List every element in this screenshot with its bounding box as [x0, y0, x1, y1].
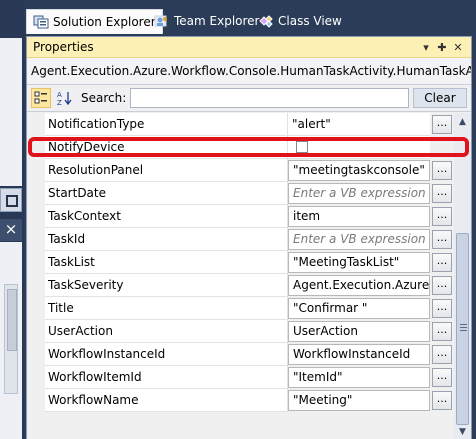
property-grid: NotificationType "alert" ... NotifyDevic… — [27, 113, 454, 439]
scroll-down-icon[interactable]: ▼ — [454, 423, 471, 439]
notify-device-checkbox[interactable] — [296, 141, 308, 153]
tab-class-view[interactable]: Class View — [252, 10, 348, 32]
tab-team-explorer[interactable]: Team Explorer — [148, 10, 266, 32]
property-row-workflowname[interactable]: WorkflowName "Meeting" ... — [27, 389, 454, 412]
property-name: TaskId — [45, 228, 288, 251]
tab-label: Team Explorer — [174, 14, 260, 28]
dropdown-icon[interactable]: ▾ — [419, 41, 433, 54]
property-row-tasklist[interactable]: TaskList "MeetingTaskList" ... — [27, 251, 454, 274]
property-name: NotificationType — [45, 113, 288, 136]
property-value[interactable]: Agent.Execution.Azure.W — [288, 275, 430, 296]
ellipsis-button[interactable]: ... — [432, 115, 452, 134]
ellipsis-button[interactable]: ... — [432, 161, 452, 180]
property-name: TaskSeverity — [45, 274, 288, 297]
property-row-startdate[interactable]: StartDate Enter a VB expression ... — [27, 182, 454, 205]
ellipsis-button[interactable]: ... — [432, 322, 452, 341]
clear-button[interactable]: Clear — [413, 88, 467, 108]
search-input[interactable] — [130, 88, 409, 108]
property-value[interactable]: "ItemId" — [288, 367, 430, 388]
ellipsis-button[interactable]: ... — [432, 253, 452, 272]
property-name: StartDate — [45, 182, 288, 205]
sort-alpha-icon: AZ — [57, 91, 72, 106]
property-value[interactable]: Enter a VB expression — [288, 229, 430, 250]
property-row-title[interactable]: Title "Confirmar " ... — [27, 297, 454, 320]
property-name: TaskContext — [45, 205, 288, 228]
property-value[interactable]: "meetingtaskconsole" — [288, 160, 430, 181]
property-row-notifydevice[interactable]: NotifyDevice — [27, 136, 454, 159]
close-icon[interactable]: ✕ — [451, 41, 465, 54]
property-value[interactable]: "MeetingTaskList" — [288, 252, 430, 273]
search-label: Search: — [81, 91, 127, 105]
categorized-view-button[interactable] — [31, 88, 51, 108]
tool-window-tabbar: Solution Explorer Team Explorer Class Vi… — [24, 0, 476, 34]
scrollbar-thumb[interactable] — [456, 233, 469, 425]
property-row-resolutionpanel[interactable]: ResolutionPanel "meetingtaskconsole" ... — [27, 159, 454, 182]
properties-title: Properties — [33, 40, 94, 54]
pin-icon[interactable]: ✚ — [435, 41, 449, 54]
tab-solution-explorer[interactable]: Solution Explorer — [26, 9, 163, 34]
scroll-up-icon[interactable]: ▲ — [454, 113, 471, 130]
property-name: UserAction — [45, 320, 288, 343]
property-value[interactable] — [288, 136, 430, 159]
property-value[interactable]: Enter a VB expression — [288, 183, 430, 204]
property-name: ResolutionPanel — [45, 159, 288, 182]
property-row-workflowitemid[interactable]: WorkflowItemId "ItemId" ... — [27, 366, 454, 389]
property-row-notificationtype[interactable]: NotificationType "alert" ... — [27, 113, 454, 136]
svg-text:Z: Z — [57, 99, 62, 106]
ellipsis-button[interactable]: ... — [432, 276, 452, 295]
property-name: NotifyDevice — [45, 136, 288, 159]
property-row-useraction[interactable]: UserAction UserAction ... — [27, 320, 454, 343]
categorized-icon — [34, 91, 47, 104]
property-value[interactable]: "alert" — [288, 113, 430, 136]
svg-text:A: A — [57, 91, 62, 99]
alphabetical-view-button[interactable]: AZ — [55, 88, 75, 108]
tab-label: Solution Explorer — [53, 15, 156, 29]
property-name: Title — [45, 297, 288, 320]
property-value[interactable]: "Confirmar " — [288, 298, 430, 319]
ellipsis-button[interactable]: ... — [432, 345, 452, 364]
team-explorer-icon — [154, 14, 170, 28]
ellipsis-button[interactable]: ... — [432, 391, 452, 410]
left-panel-close-icon[interactable]: × — [0, 219, 22, 241]
property-value[interactable]: WorkflowInstanceId — [288, 344, 430, 365]
property-value[interactable]: "Meeting" — [288, 390, 430, 411]
property-name: WorkflowItemId — [45, 366, 288, 389]
left-panel-toggle-icon[interactable] — [0, 188, 22, 212]
solution-explorer-icon — [33, 15, 49, 29]
property-row-taskid[interactable]: TaskId Enter a VB expression ... — [27, 228, 454, 251]
properties-window: Properties ▾ ✚ ✕ Agent.Execution.Azure.W… — [26, 36, 472, 439]
ellipsis-button[interactable]: ... — [432, 230, 452, 249]
left-panel-strip: × — [0, 0, 24, 439]
property-value[interactable]: UserAction — [288, 321, 430, 342]
ellipsis-button[interactable]: ... — [432, 184, 452, 203]
properties-title-bar: Properties ▾ ✚ ✕ — [27, 37, 471, 58]
property-row-workflowinstanceid[interactable]: WorkflowInstanceId WorkflowInstanceId ..… — [27, 343, 454, 366]
property-row-taskseverity[interactable]: TaskSeverity Agent.Execution.Azure.W ... — [27, 274, 454, 297]
property-grid-scrollbar[interactable]: ▲ ▼ — [454, 113, 471, 439]
properties-toolbar: AZ Search: Clear — [27, 85, 471, 112]
left-panel-scrollbar[interactable] — [4, 284, 18, 394]
property-name: WorkflowInstanceId — [45, 343, 288, 366]
ellipsis-button[interactable]: ... — [432, 299, 452, 318]
property-name: WorkflowName — [45, 389, 288, 412]
property-row-taskcontext[interactable]: TaskContext item ... — [27, 205, 454, 228]
class-view-icon — [258, 14, 274, 28]
selected-object-name[interactable]: Agent.Execution.Azure.Workflow.Console.H… — [27, 58, 471, 85]
ellipsis-button[interactable]: ... — [432, 207, 452, 226]
ellipsis-button[interactable]: ... — [432, 368, 452, 387]
property-name: TaskList — [45, 251, 288, 274]
left-panel-background — [0, 38, 22, 186]
tab-label: Class View — [278, 14, 342, 28]
property-value[interactable]: item — [288, 206, 430, 227]
